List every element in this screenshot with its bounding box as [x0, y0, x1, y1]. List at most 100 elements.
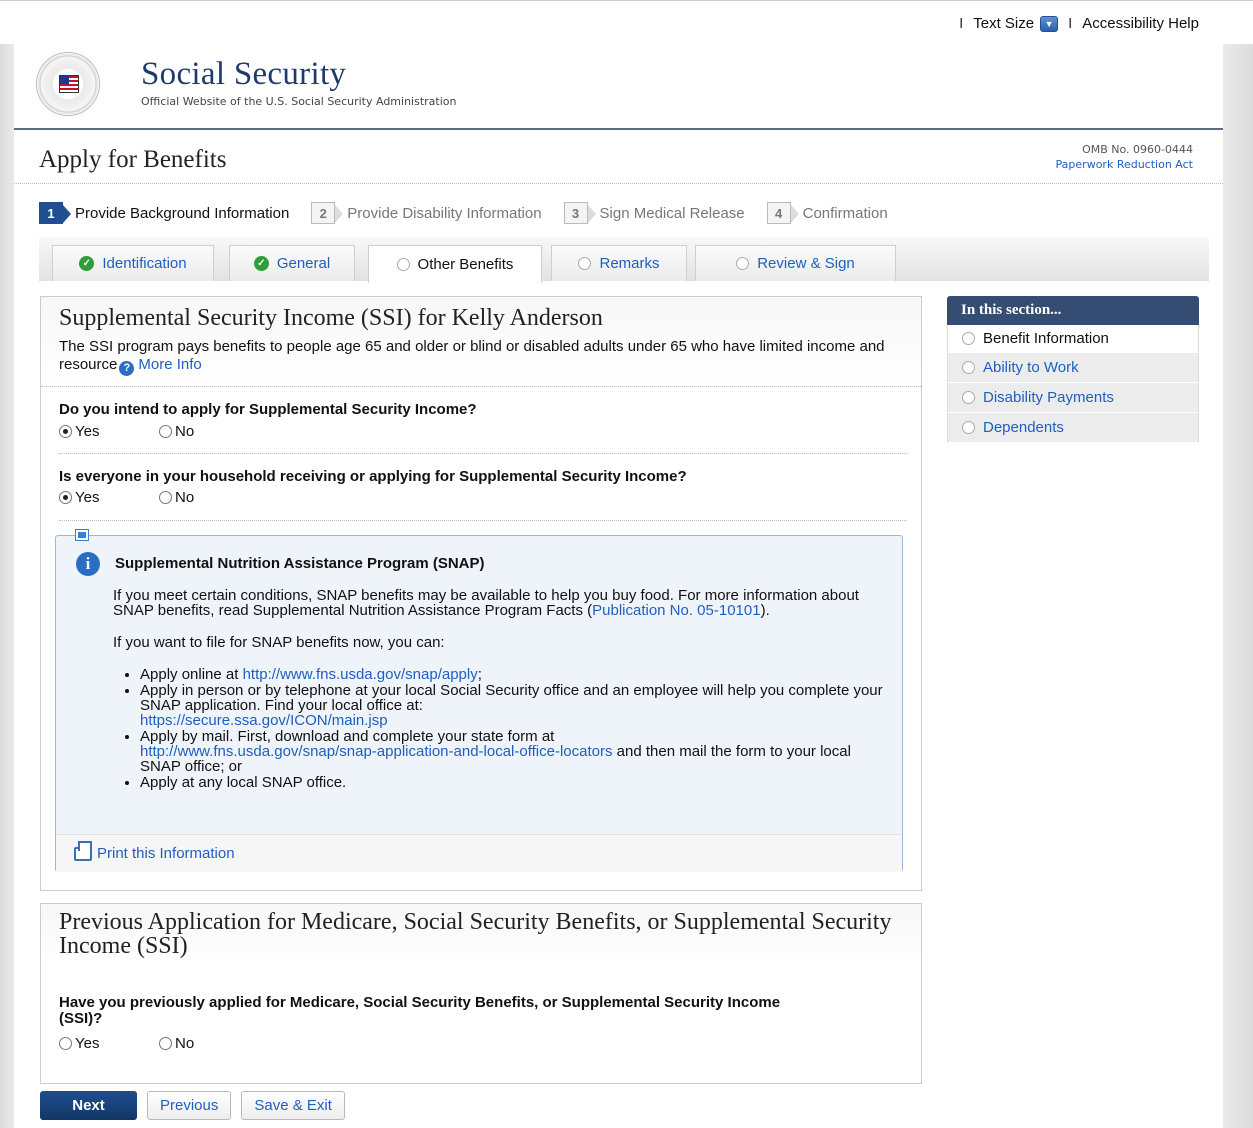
step-2: 2 Provide Disability Information — [311, 202, 542, 224]
collapse-toggle-icon[interactable] — [75, 529, 89, 541]
snap-options-list: Apply online at http://www.fns.usda.gov/… — [113, 667, 883, 790]
printer-icon[interactable] — [74, 841, 92, 861]
save-exit-button[interactable]: Save & Exit — [241, 1091, 345, 1120]
radio-button[interactable] — [159, 491, 172, 504]
tab-review-sign[interactable]: Review & Sign — [695, 245, 896, 281]
snap-paragraph-2: If you want to file for SNAP benefits no… — [113, 634, 445, 651]
step-label: Provide Background Information — [75, 204, 290, 222]
step-number: 1 — [39, 202, 71, 224]
list-item: Apply online at http://www.fns.usda.gov/… — [140, 667, 883, 682]
more-info-link[interactable]: More Info — [138, 356, 201, 373]
radio-button[interactable] — [59, 491, 72, 504]
step-label: Sign Medical Release — [599, 204, 745, 222]
radio-icon — [396, 258, 410, 271]
sidebar-item-label: Benefit Information — [983, 330, 1109, 347]
sidebar-item-dependents[interactable]: Dependents — [947, 413, 1199, 443]
utility-separator: I — [959, 15, 964, 32]
check-icon: ✓ — [79, 256, 95, 271]
question-household-ssi: Is everyone in your household receiving … — [59, 468, 687, 485]
print-bar: Print this Information — [56, 834, 902, 872]
radio-button[interactable] — [59, 1037, 72, 1050]
snap-apply-online-link[interactable]: http://www.fns.usda.gov/snap/apply — [243, 666, 478, 683]
office-locator-link[interactable]: https://secure.ssa.gov/ICON/main.jsp — [140, 712, 388, 729]
tab-label: Review & Sign — [757, 255, 855, 272]
help-icon[interactable]: ? — [119, 361, 135, 376]
next-button[interactable]: Next — [40, 1091, 137, 1120]
ssi-panel: Supplemental Security Income (SSI) for K… — [40, 296, 922, 891]
tab-label: Remarks — [599, 255, 660, 272]
previous-button[interactable]: Previous — [147, 1091, 232, 1120]
sidebar-heading: In this section... — [947, 296, 1199, 325]
page-title: Apply for Benefits — [39, 146, 227, 173]
ssi-description: The SSI program pays benefits to people … — [59, 338, 903, 376]
radio-button[interactable] — [59, 425, 72, 438]
check-icon: ✓ — [253, 256, 269, 271]
sidebar-item-label: Ability to Work — [983, 359, 1079, 376]
page-frame: Social Security Official Website of the … — [14, 40, 1223, 1128]
site-header: Social Security Official Website of the … — [14, 40, 1223, 130]
previous-application-no[interactable]: No — [159, 1035, 259, 1052]
print-information-link[interactable]: Print this Information — [97, 845, 235, 862]
previous-application-header: Previous Application for Medicare, Socia… — [41, 904, 921, 966]
radio-icon — [962, 391, 975, 404]
publication-link[interactable]: Publication No. 05-10101 — [592, 602, 760, 619]
list-text: ; — [477, 666, 482, 683]
list-text: Apply in person or by telephone at your … — [140, 682, 883, 714]
sidebar-item-label: Dependents — [983, 419, 1064, 436]
household-ssi-yes[interactable]: Yes — [59, 489, 159, 506]
option-label: Yes — [75, 489, 100, 506]
step-number: 4 — [766, 202, 799, 224]
ssi-panel-header: Supplemental Security Income (SSI) for K… — [41, 297, 921, 387]
paperwork-reduction-link[interactable]: Paperwork Reduction Act — [1056, 157, 1193, 172]
utility-separator: I — [1068, 15, 1073, 32]
radio-icon — [736, 257, 750, 270]
site-name: Social Security — [141, 56, 347, 92]
tab-label: Other Benefits — [417, 256, 514, 273]
tab-remarks[interactable]: Remarks — [551, 245, 687, 281]
apply-ssi-no[interactable]: No — [159, 423, 259, 440]
form-actions: Next Previous Save & Exit — [40, 1091, 345, 1120]
household-ssi-no[interactable]: No — [159, 489, 259, 506]
apply-ssi-options: Yes No — [59, 423, 259, 440]
previous-application-yes[interactable]: Yes — [59, 1035, 159, 1052]
omb-info: OMB No. 0960-0444 Paperwork Reduction Ac… — [1056, 142, 1193, 172]
snap-title: Supplemental Nutrition Assistance Progra… — [115, 555, 485, 572]
sidebar-item-benefit-information[interactable]: Benefit Information — [947, 325, 1199, 353]
list-item: Apply by mail. First, download and compl… — [140, 729, 883, 774]
question-previous-application: Have you previously applied for Medicare… — [59, 994, 781, 1027]
brand[interactable]: Social Security Official Website of the … — [141, 56, 456, 108]
tab-general[interactable]: ✓ General — [229, 245, 355, 281]
section-tabs: ✓ Identification ✓ General Other Benefit… — [39, 237, 1209, 283]
sidebar-item-disability-payments[interactable]: Disability Payments — [947, 383, 1199, 413]
household-ssi-options: Yes No — [59, 489, 259, 506]
sidebar-item-ability-to-work[interactable]: Ability to Work — [947, 353, 1199, 383]
radio-icon — [962, 421, 975, 434]
page-header: Apply for Benefits OMB No. 0960-0444 Pap… — [14, 132, 1223, 184]
radio-icon — [578, 257, 592, 270]
section-sidebar: In this section... Benefit Information A… — [947, 296, 1199, 443]
apply-ssi-yes[interactable]: Yes — [59, 423, 159, 440]
radio-button[interactable] — [159, 1037, 172, 1050]
tab-other-benefits[interactable]: Other Benefits — [368, 245, 542, 283]
step-label: Confirmation — [802, 204, 888, 222]
snap-info-box: i Supplemental Nutrition Assistance Prog… — [55, 529, 903, 872]
ssa-seal-logo[interactable] — [36, 52, 100, 116]
tab-identification[interactable]: ✓ Identification — [52, 245, 214, 281]
text-size-link[interactable]: Text Size — [973, 15, 1034, 32]
option-label: No — [175, 489, 195, 506]
option-label: No — [175, 1035, 195, 1052]
snap-text: ). — [760, 602, 770, 619]
site-tagline: Official Website of the U.S. Social Secu… — [141, 95, 457, 108]
radio-button[interactable] — [159, 425, 172, 438]
omb-number: OMB No. 0960-0444 — [1082, 143, 1193, 156]
snap-paragraph-1: If you meet certain conditions, SNAP ben… — [113, 588, 883, 618]
option-label: Yes — [75, 1035, 100, 1052]
accessibility-help-link[interactable]: Accessibility Help — [1082, 15, 1199, 32]
chevron-down-icon[interactable]: ▼ — [1040, 15, 1059, 32]
previous-application-panel: Previous Application for Medicare, Socia… — [40, 903, 922, 1084]
option-label: Yes — [75, 423, 100, 440]
info-icon: i — [76, 552, 100, 576]
tab-label: Identification — [102, 255, 187, 272]
question-apply-ssi: Do you intend to apply for Supplemental … — [59, 401, 477, 418]
step-label: Provide Disability Information — [347, 204, 542, 222]
